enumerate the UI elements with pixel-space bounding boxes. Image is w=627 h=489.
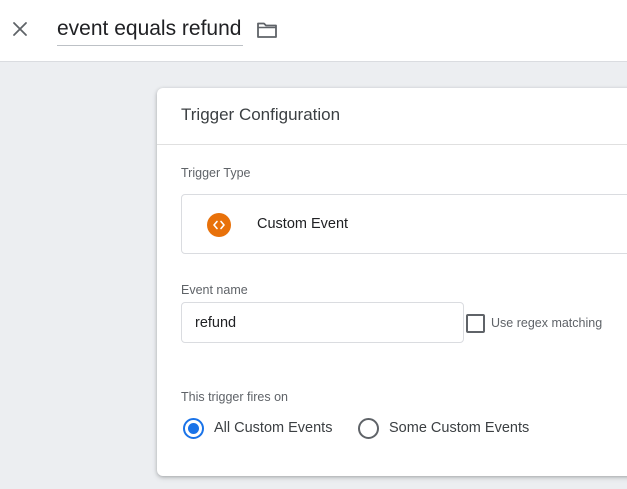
card-title: Trigger Configuration	[181, 105, 341, 124]
event-name-input[interactable]	[181, 302, 464, 343]
trigger-type-selector[interactable]: Custom Event	[181, 194, 627, 254]
radio-all-custom-events[interactable]: All Custom Events	[183, 416, 332, 440]
close-button[interactable]	[8, 17, 32, 41]
fires-on-label: This trigger fires on	[181, 390, 288, 404]
close-icon	[13, 22, 27, 36]
trigger-name-field[interactable]: event equals refund	[57, 14, 244, 46]
regex-checkbox-row[interactable]: Use regex matching	[466, 312, 602, 334]
trigger-name: event equals refund	[57, 17, 242, 40]
radio-label: Some Custom Events	[389, 420, 530, 436]
regex-label: Use regex matching	[491, 316, 603, 330]
folder-button[interactable]	[254, 18, 280, 42]
top-bar: event equals refund	[0, 0, 627, 62]
card-header: Trigger Configuration	[157, 88, 627, 145]
trigger-configuration-card: Trigger Configuration Trigger Type Custo…	[157, 88, 627, 476]
custom-event-icon	[207, 213, 231, 237]
event-name-label: Event name	[181, 283, 248, 297]
trigger-type-label: Trigger Type	[181, 166, 251, 180]
radio-dot	[188, 422, 199, 434]
trigger-type-value: Custom Event	[257, 216, 349, 232]
radio-button-unchecked[interactable]	[358, 417, 379, 439]
radio-button-checked[interactable]	[183, 417, 204, 439]
radio-some-custom-events[interactable]: Some Custom Events	[358, 416, 529, 440]
folder-icon	[257, 22, 277, 38]
radio-label: All Custom Events	[214, 420, 333, 436]
regex-checkbox[interactable]	[466, 313, 485, 333]
